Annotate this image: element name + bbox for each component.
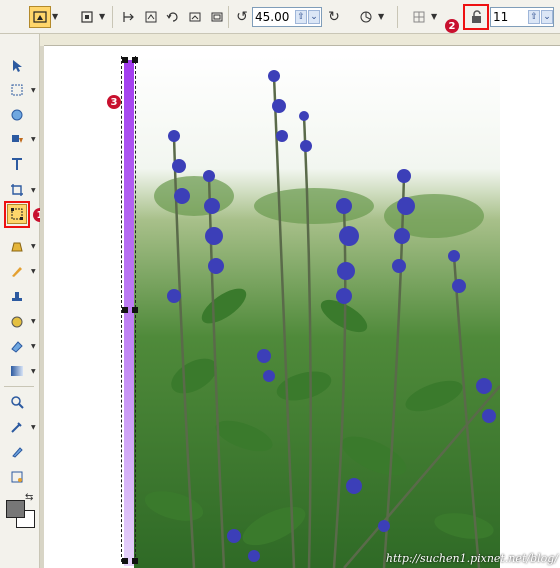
chevron-down-icon[interactable]: ▼ [431, 12, 437, 21]
node-tool-icon[interactable] [7, 467, 27, 487]
lock-value-input[interactable] [491, 8, 527, 26]
rotation-angle-field[interactable]: ⇧ ⌄ [252, 7, 322, 27]
fill-tool-icon[interactable] [7, 236, 27, 256]
grid-options-icon[interactable] [408, 6, 430, 28]
transform-handle[interactable] [122, 558, 128, 564]
transform-selection-icon[interactable] [29, 6, 51, 28]
eraser-tool-icon[interactable] [7, 336, 27, 356]
foreground-color-swatch[interactable] [6, 500, 25, 518]
callout-badge-2: 2 [445, 19, 459, 33]
transform-handle[interactable] [122, 57, 128, 63]
divider [112, 6, 113, 28]
chevron-down-icon[interactable]: ▼ [31, 318, 36, 325]
eyedropper-tool-icon[interactable] [7, 417, 27, 437]
pen-tool-icon[interactable] [7, 442, 27, 462]
transform-handle[interactable] [132, 57, 138, 63]
chevron-down-icon[interactable]: ▼ [31, 368, 36, 375]
chevron-down-icon[interactable]: ▼ [31, 243, 36, 250]
watermark-url: http://suchen1.pixnet.net/blog/ [385, 552, 558, 565]
brush-tool-icon[interactable] [7, 261, 27, 281]
selection-tool-icon[interactable] [7, 80, 27, 100]
divider [397, 6, 398, 28]
color-swatches[interactable]: ⇆ [6, 492, 36, 528]
rotate-right-icon[interactable] [184, 6, 206, 28]
chevron-down-icon[interactable]: ▼ [31, 187, 36, 194]
chevron-down-icon[interactable]: ▼ [378, 12, 384, 21]
lock-highlight-box [463, 4, 489, 30]
transform-handle[interactable] [132, 307, 138, 313]
gradient-transparency-strip[interactable] [124, 60, 134, 566]
toolbox: ▼ ▼ ▼ 1 ▼ ▼ ▼ ▼ ▼ ▼ [0, 34, 47, 568]
chevron-down-icon[interactable]: ▼ [31, 343, 36, 350]
pick-tool-icon[interactable] [7, 56, 27, 76]
lock-value-field[interactable]: ⇧ ⌄ [490, 7, 554, 27]
rotate-cw-icon[interactable]: ↻ [323, 6, 345, 28]
crop-tool-icon[interactable] [7, 180, 27, 200]
text-tool-icon[interactable] [7, 129, 27, 149]
stamp-tool-icon[interactable] [7, 286, 27, 306]
divider [228, 6, 229, 28]
crop-tool-icon[interactable] [7, 154, 27, 174]
property-bar: ▼ ▼ ↺ ⇧ ⌄ ↻ ▼ ▼ 2 ⇧ ⌄ [0, 0, 560, 34]
gradient-tool-icon[interactable] [7, 361, 27, 381]
crop-area-icon[interactable] [76, 6, 98, 28]
divider [4, 386, 34, 387]
chevron-down-icon[interactable]: ▼ [31, 87, 36, 94]
shape-tool-icon[interactable] [7, 105, 27, 125]
transform-handle[interactable] [122, 307, 128, 313]
chevron-down-icon[interactable]: ▼ [52, 12, 58, 21]
zoom-tool-icon[interactable] [7, 392, 27, 412]
callout-badge-3: 3 [107, 95, 121, 109]
swap-colors-icon[interactable]: ⇆ [25, 492, 33, 503]
distort-icon[interactable] [206, 6, 228, 28]
transform-tool-highlight-box [4, 201, 30, 228]
rotate-left-icon[interactable] [162, 6, 184, 28]
rotation-angle-input[interactable] [253, 8, 295, 26]
chevron-down-icon[interactable]: ▼ [31, 268, 36, 275]
spin-up-icon[interactable]: ⇧ [295, 10, 307, 24]
chevron-down-icon[interactable]: ⌄ [541, 10, 553, 24]
flower-photo [134, 56, 500, 568]
flip-vertical-icon[interactable] [140, 6, 162, 28]
spin-up-icon[interactable]: ⇧ [528, 10, 540, 24]
flip-horizontal-icon[interactable] [118, 6, 140, 28]
blend-tool-icon[interactable] [7, 311, 27, 331]
image-canvas[interactable]: 3 http://suchen1.pixnet.net/blog/ [44, 46, 560, 568]
chevron-down-icon[interactable]: ▼ [31, 136, 36, 143]
reset-transform-icon[interactable] [355, 6, 377, 28]
chevron-down-icon[interactable]: ⌄ [308, 10, 320, 24]
horizontal-ruler [44, 34, 560, 46]
chevron-down-icon[interactable]: ▼ [31, 424, 36, 431]
chevron-down-icon[interactable]: ▼ [99, 12, 105, 21]
transform-handle[interactable] [132, 558, 138, 564]
rotate-ccw-icon[interactable]: ↺ [231, 6, 253, 28]
